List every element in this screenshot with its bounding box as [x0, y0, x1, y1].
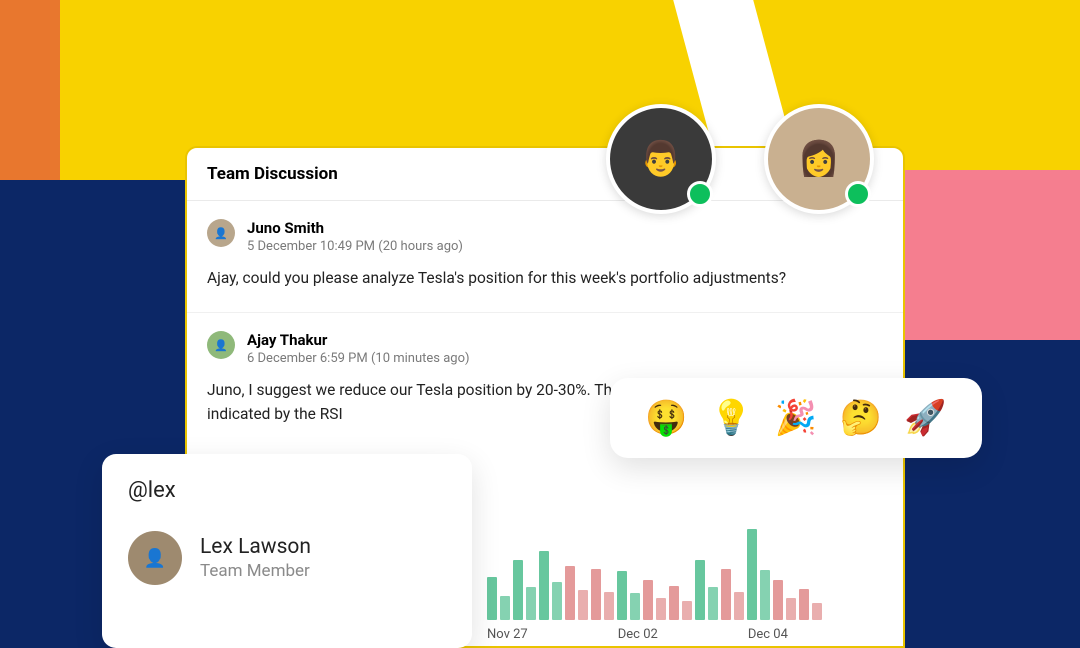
chart-bar	[552, 582, 562, 620]
chart-bar	[682, 601, 692, 620]
reaction-party-popper-icon[interactable]: 🎉	[775, 398, 817, 438]
message-author: Ajay Thakur	[247, 331, 470, 349]
x-tick: Dec 02	[618, 627, 658, 642]
reaction-lightbulb-icon[interactable]: 💡	[710, 398, 752, 438]
price-chart: 230.00 220.00 210.00 Nov 27 Dec 02 Dec 0…	[487, 486, 905, 646]
chart-bar	[773, 580, 783, 620]
chart-bar	[747, 529, 757, 620]
message-timestamp: 6 December 6:59 PM (10 minutes ago)	[247, 351, 470, 366]
chart-bar	[656, 598, 666, 620]
chart-bar	[487, 577, 497, 620]
mention-name: Lex Lawson	[200, 535, 311, 559]
chart-bar	[643, 580, 653, 620]
chart-bar	[812, 603, 822, 620]
message: 👤 Juno Smith 5 December 10:49 PM (20 hou…	[187, 201, 903, 313]
online-indicator	[687, 181, 713, 207]
chart-bar	[604, 592, 614, 620]
chart-bar	[734, 592, 744, 620]
chart-bar	[799, 589, 809, 620]
chart-bar	[513, 560, 523, 620]
chart-bar	[708, 587, 718, 620]
reaction-money-face-icon[interactable]: 🤑	[645, 398, 687, 438]
mention-result[interactable]: 👤 Lex Lawson Team Member	[128, 531, 446, 585]
message-timestamp: 5 December 10:49 PM (20 hours ago)	[247, 239, 463, 254]
x-tick: Dec 04	[748, 627, 788, 642]
chart-bar	[591, 569, 601, 620]
chart-bar	[669, 586, 679, 620]
chart-bar	[526, 587, 536, 620]
online-indicator	[845, 181, 871, 207]
chart-bar	[539, 551, 549, 620]
reaction-thinking-face-icon[interactable]: 🤔	[840, 398, 882, 438]
presence-avatar[interactable]: 👨	[606, 104, 716, 214]
chart-bar	[786, 598, 796, 620]
reaction-rocket-icon[interactable]: 🚀	[904, 398, 946, 438]
reaction-picker: 🤑 💡 🎉 🤔 🚀	[610, 378, 982, 458]
message-body: Ajay, could you please analyze Tesla's p…	[207, 266, 883, 290]
mention-query[interactable]: @lex	[128, 478, 446, 503]
chart-bar	[695, 560, 705, 620]
chart-bar	[617, 571, 627, 620]
chart-bar	[630, 593, 640, 620]
avatar: 👤	[128, 531, 182, 585]
mention-role: Team Member	[200, 561, 311, 581]
chart-bar	[565, 566, 575, 620]
chart-bar	[721, 569, 731, 620]
mention-popup: @lex 👤 Lex Lawson Team Member	[102, 454, 472, 648]
avatar[interactable]: 👤	[207, 331, 235, 359]
avatar[interactable]: 👤	[207, 219, 235, 247]
chart-bar	[760, 570, 770, 620]
presence-avatar[interactable]: 👩	[764, 104, 874, 214]
chart-bar	[578, 590, 588, 620]
chart-bar	[500, 596, 510, 620]
message-author: Juno Smith	[247, 219, 463, 237]
x-tick: Nov 27	[487, 627, 528, 642]
